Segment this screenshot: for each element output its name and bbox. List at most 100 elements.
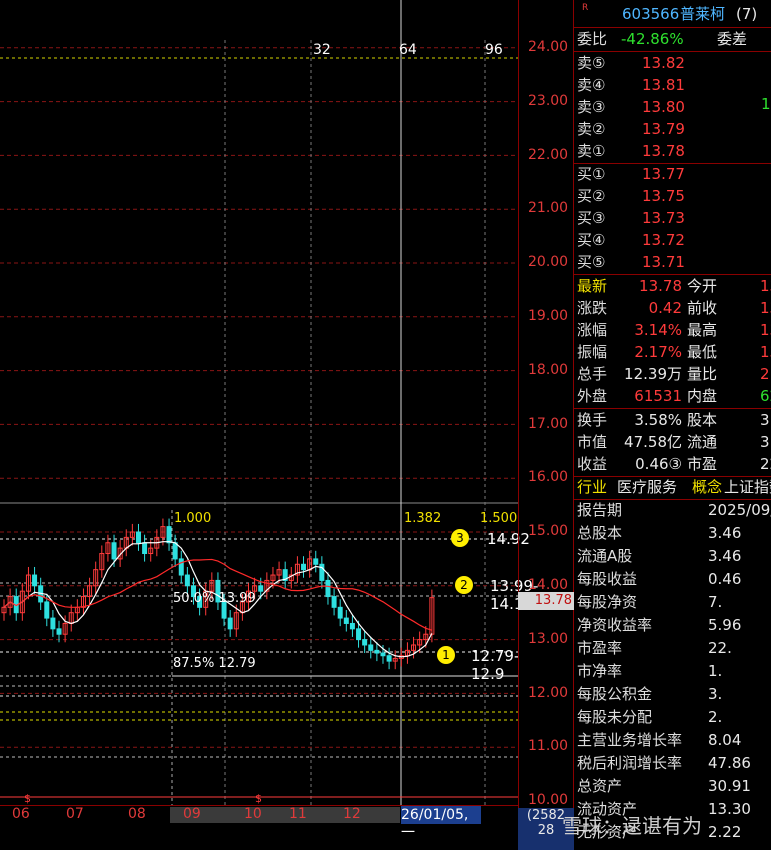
- buy-level-label: 买⑤: [577, 253, 606, 271]
- stock-code[interactable]: 603566: [622, 3, 679, 25]
- candle-body: [184, 574, 190, 587]
- sell-level-label: 卖⑤: [577, 54, 606, 72]
- fib-50-label: 50.0% 13.99: [173, 591, 256, 606]
- finance-label: 每股公积金: [577, 685, 653, 703]
- target-marker-1[interactable]: 1: [437, 646, 455, 664]
- top-tick-64: 64: [399, 42, 417, 58]
- candle-body: [227, 617, 233, 630]
- finance-value: 22.: [708, 639, 732, 657]
- candle-body: [258, 585, 264, 592]
- x-label-08: 08: [128, 806, 146, 822]
- stats-value: 47.58亿: [624, 433, 682, 451]
- candle-body: [56, 628, 62, 635]
- quote-label2: 前收: [687, 299, 718, 317]
- sell-level-label: 卖④: [577, 76, 606, 94]
- buy-row[interactable]: 买① 13.77: [574, 163, 771, 185]
- stats-value2: 22: [760, 455, 771, 473]
- quote-label: 外盘: [577, 387, 608, 405]
- finance-value: 3.: [708, 685, 723, 703]
- sell-row[interactable]: 卖② 13.79: [574, 118, 771, 140]
- stats-row: 换手 3.58% 股本 3.4: [574, 409, 771, 431]
- candle-body: [44, 601, 50, 619]
- kline-chart[interactable]: $ $ 32 64 96 1.000 1.382 1.500 50.0% 13.9…: [0, 0, 538, 850]
- quote-value: 2.17%: [634, 343, 682, 361]
- sell-row[interactable]: 卖① 13.78: [574, 140, 771, 162]
- buy-row[interactable]: 买⑤ 13.71: [574, 251, 771, 273]
- price-label: 21.00: [528, 200, 569, 217]
- target-marker-3[interactable]: 3: [451, 529, 469, 547]
- index-value[interactable]: 上证指数: [724, 476, 771, 498]
- price-label: 24.00: [528, 39, 569, 55]
- finance-value: 2.22: [708, 823, 742, 841]
- stats-row: 收益 0.46③ 市盈 22: [574, 453, 771, 475]
- finance-row: 市净率 1.: [574, 660, 771, 682]
- candle-body: [32, 574, 38, 587]
- industry-value[interactable]: 医疗服务: [617, 476, 677, 498]
- finance-label: 每股收益: [577, 570, 638, 588]
- finance-value: 5.96: [708, 616, 742, 634]
- quote-value: 13.78: [639, 277, 682, 295]
- price-label: 10.00: [528, 792, 569, 809]
- weibi-label: 委比: [577, 30, 608, 48]
- candle-body: [301, 563, 307, 571]
- x-label-12: 12: [343, 806, 361, 822]
- buy-row[interactable]: 买② 13.75: [574, 185, 771, 207]
- sell-price: 13.81: [642, 76, 685, 94]
- quote-row: 最新 13.78 今开 13: [574, 275, 771, 297]
- finance-row: 总股本 3.46: [574, 522, 771, 544]
- finance-value: 3.46: [708, 547, 742, 565]
- sell-row[interactable]: 卖③ 13.80: [574, 96, 771, 118]
- sell-row[interactable]: 卖④ 13.81: [574, 74, 771, 96]
- price-label: 19.00: [528, 308, 569, 324]
- quote-label2: 最低: [687, 343, 718, 361]
- x-label-10: 10: [244, 806, 262, 822]
- x-label-07: 07: [66, 806, 84, 822]
- buy-level-label: 买①: [577, 165, 606, 183]
- stats-label2: 股本: [687, 411, 718, 429]
- concept-label[interactable]: 概念: [692, 476, 722, 498]
- candle-body: [331, 596, 337, 608]
- candle-body: [166, 526, 172, 544]
- stats-label: 换手: [577, 411, 608, 429]
- stock-name[interactable]: 普莱柯: [680, 3, 725, 25]
- weibi-value: -42.86%: [621, 30, 684, 48]
- crosshair-date-box: 26/01/05,一: [401, 806, 481, 841]
- finance-label: 税后利润增长率: [577, 754, 683, 772]
- quote-label2: 内盘: [687, 387, 718, 405]
- finance-row: 税后利润增长率 47.86: [574, 752, 771, 774]
- price-label: 18.00: [528, 361, 569, 378]
- target-marker-2[interactable]: 2: [455, 576, 473, 594]
- quote-row: 总手 12.39万 量比 2: [574, 363, 771, 385]
- buy-row[interactable]: 买④ 13.72: [574, 229, 771, 251]
- buy-level-label: 买④: [577, 231, 606, 249]
- finance-label: 市盈率: [577, 639, 623, 657]
- candle-body: [325, 579, 331, 598]
- sell-level-label: 卖②: [577, 120, 606, 138]
- fib-1000-label: 1.000: [174, 511, 212, 526]
- stats-label2: 流通: [687, 433, 718, 451]
- candle-body: [368, 644, 374, 651]
- finance-row: 总资产 30.91: [574, 775, 771, 797]
- stats-label2: 市盈: [687, 455, 718, 473]
- quote-value: 12.39万: [624, 365, 682, 383]
- price-label: 13.00: [528, 630, 569, 647]
- buy-level-label: 买③: [577, 209, 606, 227]
- quote-value: 61531: [634, 387, 682, 405]
- sell-row[interactable]: 卖⑤ 13.82: [574, 52, 771, 74]
- buy-row[interactable]: 买③ 13.73: [574, 207, 771, 229]
- finance-value: 13.30: [708, 800, 751, 818]
- quote-label: 最新: [577, 277, 608, 295]
- sell-price: 13.79: [642, 120, 685, 138]
- stock-count: (7): [736, 5, 758, 23]
- finance-value: 8.04: [708, 731, 742, 749]
- finance-value: 7.: [708, 593, 723, 611]
- kline-svg[interactable]: $ $: [0, 0, 518, 850]
- finance-label: 报告期: [577, 501, 623, 519]
- r-mark: R: [582, 3, 589, 13]
- candle-body: [337, 606, 343, 619]
- price-label: 23.00: [528, 92, 569, 109]
- finance-label: 每股未分配: [577, 708, 653, 726]
- quote-label: 涨幅: [577, 321, 608, 339]
- quote-row: 外盘 61531 内盘 62: [574, 385, 771, 407]
- price-label: 22.00: [528, 146, 569, 163]
